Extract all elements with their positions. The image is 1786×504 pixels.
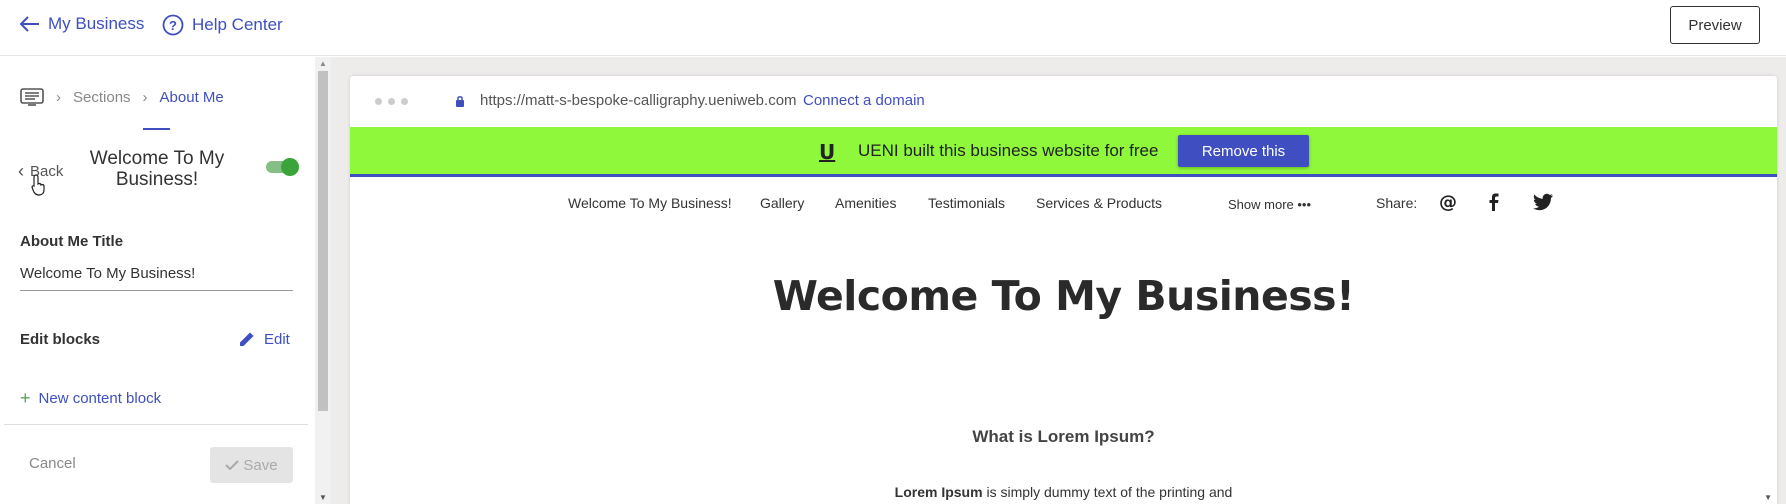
panel-scrollbar[interactable]: ▲ ▼ xyxy=(315,57,331,504)
scrollbar-thumb[interactable] xyxy=(318,71,328,411)
scroll-down-icon[interactable]: ▼ xyxy=(319,493,327,502)
twitter-icon[interactable] xyxy=(1532,192,1554,212)
chevron-right-icon: › xyxy=(142,88,148,106)
new-block-label: New content block xyxy=(38,390,162,407)
edit-label: Edit xyxy=(264,330,290,348)
site-hero-title: Welcome To My Business! xyxy=(772,272,1355,320)
about-title-input[interactable] xyxy=(20,257,293,291)
email-icon[interactable]: @ xyxy=(1438,192,1458,212)
site-nav-services[interactable]: Services & Products xyxy=(1036,195,1162,211)
remove-this-button[interactable]: Remove this xyxy=(1178,135,1309,167)
edit-blocks-label: Edit blocks xyxy=(20,331,101,348)
site-paragraph-bold: Lorem Ipsum xyxy=(894,484,983,500)
site-url: https://matt-s-bespoke-calligraphy.ueniw… xyxy=(480,92,797,109)
preview-scroll-down-icon[interactable]: ▼ xyxy=(1764,493,1772,502)
show-more-button[interactable]: Show more ••• xyxy=(1228,197,1311,212)
preview-button[interactable]: Preview xyxy=(1670,6,1760,44)
site-nav-testimonials[interactable]: Testimonials xyxy=(928,195,1005,211)
address-bar: https://matt-s-bespoke-calligraphy.ueniw… xyxy=(350,76,1777,126)
connect-domain-link[interactable]: Connect a domain xyxy=(803,92,925,109)
chevron-left-icon: ‹ xyxy=(18,161,24,181)
hand-cursor-icon xyxy=(31,174,45,196)
window-dots xyxy=(375,98,414,105)
save-label: Save xyxy=(243,456,278,474)
site-subheading: What is Lorem Ipsum? xyxy=(972,427,1155,446)
site-paragraph: Lorem Ipsum is simply dummy text of the … xyxy=(350,484,1777,500)
toggle-knob xyxy=(281,158,299,176)
edit-blocks-button[interactable]: Edit xyxy=(238,330,290,348)
banner-text: UENI built this business website for fre… xyxy=(858,141,1159,160)
new-content-block-button[interactable]: + New content block xyxy=(20,388,161,409)
save-button[interactable]: Save xyxy=(210,447,293,483)
site-nav: Welcome To My Business! Gallery Amenitie… xyxy=(350,180,1777,228)
my-business-label: My Business xyxy=(48,14,145,33)
scroll-up-icon[interactable]: ▲ xyxy=(319,59,327,68)
pencil-icon xyxy=(240,332,254,346)
site-nav-welcome[interactable]: Welcome To My Business! xyxy=(568,195,732,211)
breadcrumb-sections[interactable]: Sections xyxy=(73,89,131,106)
editor-panel: › Sections › About Me ‹ Back Welcome To … xyxy=(0,57,315,504)
svg-text:@: @ xyxy=(1439,192,1457,212)
sections-icon[interactable] xyxy=(20,87,44,107)
cancel-button[interactable]: Cancel xyxy=(29,455,76,472)
help-circle-icon: ? xyxy=(162,14,184,36)
my-business-link[interactable]: My Business xyxy=(20,14,144,34)
check-icon xyxy=(225,460,240,470)
site-paragraph-text: is simply dummy text of the printing and xyxy=(982,484,1233,500)
site-nav-amenities[interactable]: Amenities xyxy=(835,195,896,211)
section-title: Welcome To My Business! xyxy=(89,148,225,190)
section-visibility-toggle[interactable] xyxy=(266,158,299,176)
site-nav-gallery[interactable]: Gallery xyxy=(760,195,804,211)
lock-icon xyxy=(456,96,464,107)
top-bar: My Business ? Help Center Preview xyxy=(0,0,1786,56)
chevron-right-icon: › xyxy=(56,88,61,106)
arrow-left-icon xyxy=(20,16,39,32)
breadcrumb: › Sections › About Me xyxy=(20,87,224,107)
svg-text:?: ? xyxy=(169,18,177,33)
promo-banner: U UENI built this business website for f… xyxy=(350,127,1777,177)
plus-icon: + xyxy=(20,388,31,408)
help-center-label: Help Center xyxy=(192,15,283,34)
breadcrumb-current: About Me xyxy=(159,88,224,106)
breadcrumb-underline xyxy=(143,128,170,130)
facebook-icon[interactable] xyxy=(1484,192,1504,212)
help-center-link[interactable]: ? Help Center xyxy=(162,14,283,36)
about-title-label: About Me Title xyxy=(20,233,124,250)
ueni-logo: U xyxy=(819,140,836,164)
browser-preview: https://matt-s-bespoke-calligraphy.ueniw… xyxy=(350,76,1777,504)
panel-divider xyxy=(4,424,308,425)
share-label: Share: xyxy=(1376,195,1418,211)
